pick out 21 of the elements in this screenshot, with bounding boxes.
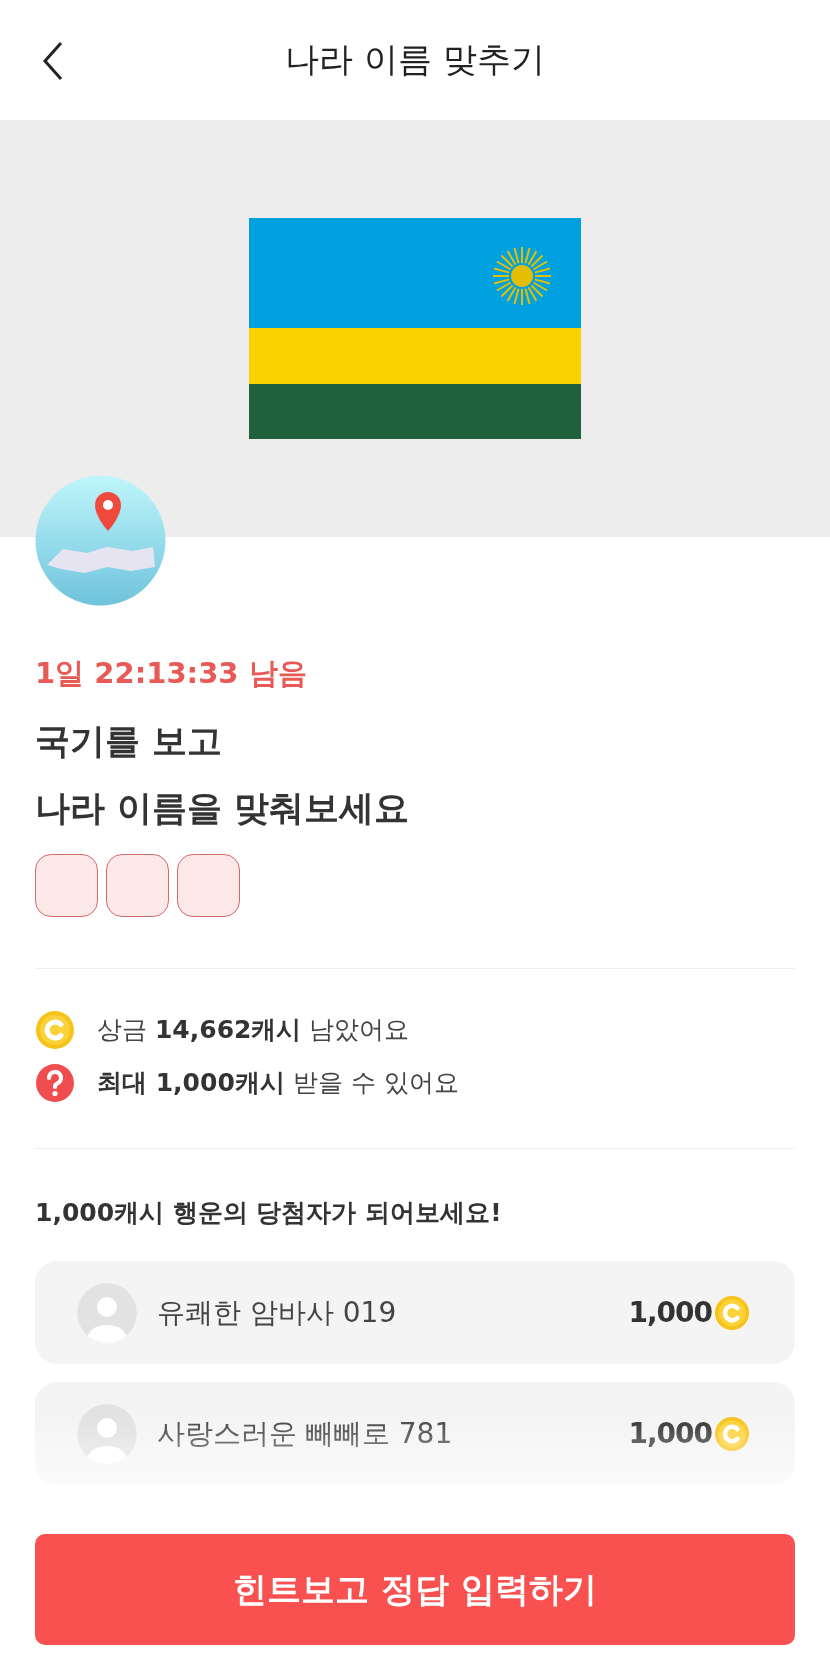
prize-amount: 1,000 [628,1296,712,1329]
answer-slot[interactable] [106,854,169,917]
answer-slot[interactable] [35,854,98,917]
winner-name: 사랑스러운 빼빼로 781 [157,1415,454,1452]
coin-icon [714,1415,750,1452]
prize-amount: 1,000 [628,1417,712,1450]
coin-icon [35,1009,75,1050]
question-text: 국기를 보고 [35,720,223,763]
page-title: 나라 이름 맞추기 [285,38,545,81]
info-text: 상금 14,662캐시 남았어요 [97,1014,410,1046]
help-icon [35,1062,75,1103]
coin-icon [714,1294,750,1331]
answer-slot[interactable] [177,854,240,917]
section-heading: 1,000캐시 행운의 당첨자가 되어보세요! [35,1197,502,1229]
question-text: 나라 이름을 맞춰보세요 [35,787,410,830]
avatar-icon [77,1403,137,1464]
info-text: 최대 1,000캐시 받을 수 있어요 [97,1067,459,1099]
avatar-icon [77,1282,137,1343]
countdown-text: 1일 22:13:33 남음 [35,655,307,692]
submit-answer-button[interactable]: 힌트보고 정답 입력하기 [35,1534,795,1645]
winner-name: 유쾌한 암바사 019 [157,1294,398,1331]
